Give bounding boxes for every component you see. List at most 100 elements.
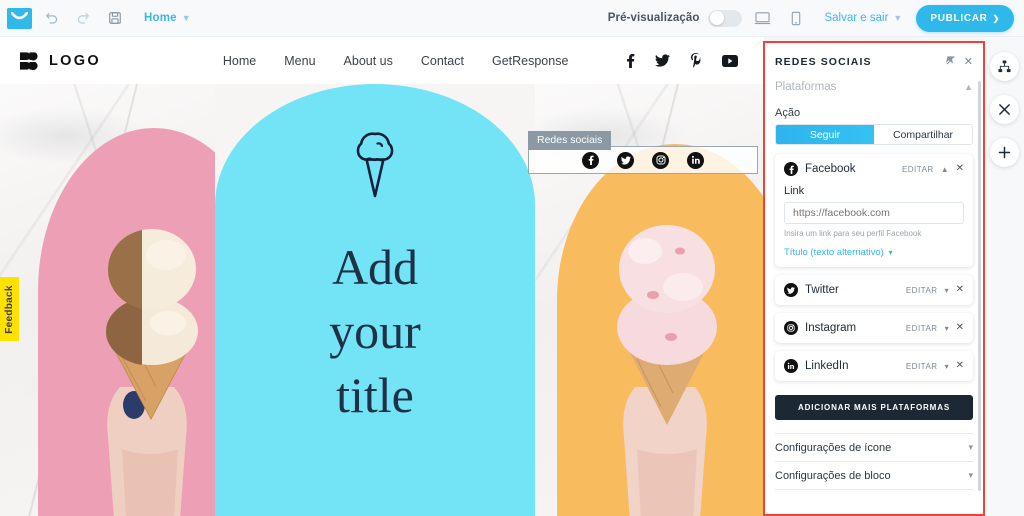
add-more-platforms-button[interactable]: ADICIONAR MAIS PLATAFORMAS bbox=[775, 395, 973, 420]
feedback-label: Feedback bbox=[4, 284, 16, 334]
platform-card-facebook: Facebook EDITAR ▲ ✕ Link Insira um link … bbox=[775, 154, 973, 267]
edit-button[interactable]: EDITAR bbox=[906, 286, 938, 295]
platforms-section-header[interactable]: Plataformas ▲ bbox=[775, 73, 973, 100]
close-icon[interactable]: ✕ bbox=[964, 56, 973, 68]
remove-platform-icon[interactable]: ✕ bbox=[956, 285, 964, 295]
twitter-icon bbox=[784, 283, 798, 297]
remove-platform-icon[interactable]: ✕ bbox=[956, 164, 964, 174]
edit-button[interactable]: EDITAR bbox=[902, 165, 934, 174]
publish-label: PUBLICAR bbox=[930, 12, 988, 24]
platform-name: Facebook bbox=[805, 163, 856, 175]
facebook-icon[interactable] bbox=[626, 53, 635, 68]
platform-name: LinkedIn bbox=[805, 360, 849, 372]
save-and-exit-button[interactable]: Salvar e sair ▼ bbox=[824, 12, 902, 24]
sitemap-icon[interactable] bbox=[990, 52, 1019, 81]
block-settings-section[interactable]: Configurações de bloco ▾ bbox=[775, 462, 973, 490]
platform-row-twitter[interactable]: Twitter EDITAR ▾ ✕ bbox=[775, 275, 973, 305]
site-logo[interactable]: LOGO bbox=[19, 51, 101, 71]
hero-center-content: Add your title bbox=[215, 84, 535, 516]
nav-item-getresponse[interactable]: GetResponse bbox=[492, 54, 568, 68]
link-field-label: Link bbox=[784, 185, 805, 197]
chevron-down-icon: ▼ bbox=[893, 13, 903, 23]
desktop-icon[interactable] bbox=[748, 5, 776, 31]
pin-icon[interactable] bbox=[945, 56, 955, 68]
envelope-logo-icon[interactable] bbox=[7, 7, 32, 29]
hero-title-line-3: title bbox=[336, 367, 414, 423]
preview-label: Pré-visualização bbox=[607, 12, 700, 24]
nav-item-menu[interactable]: Menu bbox=[284, 54, 315, 68]
logo-mark-icon bbox=[19, 51, 38, 70]
facebook-icon[interactable] bbox=[582, 151, 599, 169]
icon-settings-label: Configurações de ícone bbox=[775, 441, 892, 454]
hero-center-panel[interactable]: Add your title bbox=[215, 84, 535, 516]
platform-card-actions: EDITAR ▲ ✕ bbox=[902, 164, 964, 174]
linkedin-icon[interactable] bbox=[687, 151, 704, 169]
panel-scrollbar[interactable] bbox=[978, 81, 981, 491]
page-selector[interactable]: Home ▼ bbox=[144, 12, 191, 24]
icon-settings-section[interactable]: Configurações de ícone ▾ bbox=[775, 434, 973, 462]
toolbar-right-group: Pré-visualização Salvar e sair ▼ PUBLICA… bbox=[607, 4, 1024, 32]
site-nav-social bbox=[626, 53, 739, 68]
instagram-icon[interactable] bbox=[652, 151, 669, 169]
nav-item-contact[interactable]: Contact bbox=[421, 54, 464, 68]
action-seguir-button[interactable]: Seguir bbox=[776, 125, 874, 144]
action-label: Ação bbox=[775, 107, 801, 119]
top-toolbar: Home ▼ Pré-visualização Salvar e sair ▼ … bbox=[0, 0, 1024, 37]
chevron-down-icon[interactable]: ▾ bbox=[945, 286, 949, 295]
chevron-down-icon[interactable]: ▾ bbox=[945, 324, 949, 333]
save-and-exit-label: Salvar e sair bbox=[824, 12, 889, 24]
chevron-down-icon[interactable]: ▾ bbox=[945, 362, 949, 371]
facebook-icon bbox=[784, 162, 798, 176]
edit-button[interactable]: EDITAR bbox=[906, 324, 938, 333]
app-root: Home ▼ Pré-visualização Salvar e sair ▼ … bbox=[0, 0, 1024, 516]
chevron-up-icon[interactable]: ▲ bbox=[941, 165, 949, 174]
save-disk-icon[interactable] bbox=[102, 5, 128, 31]
panel-content: REDES SOCIAIS ✕ Plataformas ▲ Ação Segui… bbox=[765, 43, 983, 514]
hero-title[interactable]: Add your title bbox=[329, 235, 421, 427]
site-logo-text: LOGO bbox=[49, 52, 101, 69]
panel-title: REDES SOCIAIS bbox=[775, 56, 872, 68]
mobile-icon[interactable] bbox=[782, 5, 810, 31]
action-toggle-group: Seguir Compartilhar bbox=[775, 124, 973, 145]
linkedin-icon bbox=[784, 359, 798, 373]
social-icons-block[interactable] bbox=[528, 146, 758, 174]
redo-icon[interactable] bbox=[70, 5, 96, 31]
hero-title-line-1: Add bbox=[331, 239, 419, 295]
chevron-up-icon: ▲ bbox=[964, 81, 973, 92]
editor-canvas[interactable]: LOGO Home Menu About us Contact GetRespo… bbox=[0, 37, 764, 516]
remove-platform-icon[interactable]: ✕ bbox=[956, 323, 964, 333]
plus-icon[interactable] bbox=[990, 138, 1019, 167]
publish-button[interactable]: PUBLICAR ❯ bbox=[916, 4, 1014, 32]
site-navbar: LOGO Home Menu About us Contact GetRespo… bbox=[0, 37, 764, 84]
nav-item-home[interactable]: Home bbox=[223, 54, 256, 68]
chevron-down-icon: ▾ bbox=[968, 442, 973, 452]
pinterest-icon[interactable] bbox=[690, 53, 702, 68]
panel-header: REDES SOCIAIS ✕ bbox=[775, 43, 973, 73]
platform-row-instagram[interactable]: Instagram EDITAR ▾ ✕ bbox=[775, 313, 973, 343]
right-rail bbox=[985, 37, 1024, 516]
ice-cream-photo-left bbox=[62, 199, 215, 516]
alt-title-toggle[interactable]: Título (texto alternativo) ▾ bbox=[784, 247, 964, 258]
close-icon[interactable] bbox=[990, 95, 1019, 124]
edit-button[interactable]: EDITAR bbox=[906, 362, 938, 371]
site-nav-links: Home Menu About us Contact GetResponse bbox=[223, 54, 569, 68]
preview-toggle[interactable] bbox=[708, 9, 743, 27]
undo-icon[interactable] bbox=[38, 5, 64, 31]
facebook-link-input[interactable] bbox=[784, 202, 964, 224]
remove-platform-icon[interactable]: ✕ bbox=[956, 361, 964, 371]
chevron-down-icon: ▾ bbox=[968, 470, 973, 480]
action-compartilhar-button[interactable]: Compartilhar bbox=[874, 125, 972, 144]
ice-cream-photo-right bbox=[579, 191, 759, 516]
platform-row-actions: EDITAR ▾ ✕ bbox=[906, 323, 964, 333]
instagram-icon bbox=[784, 321, 798, 335]
block-settings-label: Configurações de bloco bbox=[775, 469, 891, 482]
twitter-icon[interactable] bbox=[617, 151, 634, 169]
nav-item-about-us[interactable]: About us bbox=[344, 54, 393, 68]
platforms-section-label: Plataformas bbox=[775, 80, 837, 93]
hero-left-image[interactable] bbox=[0, 84, 215, 516]
hero-title-line-2: your bbox=[329, 303, 421, 359]
twitter-icon[interactable] bbox=[655, 54, 671, 67]
feedback-tab[interactable]: Feedback bbox=[0, 277, 19, 341]
platform-row-linkedin[interactable]: LinkedIn EDITAR ▾ ✕ bbox=[775, 351, 973, 381]
youtube-icon[interactable] bbox=[722, 54, 739, 67]
